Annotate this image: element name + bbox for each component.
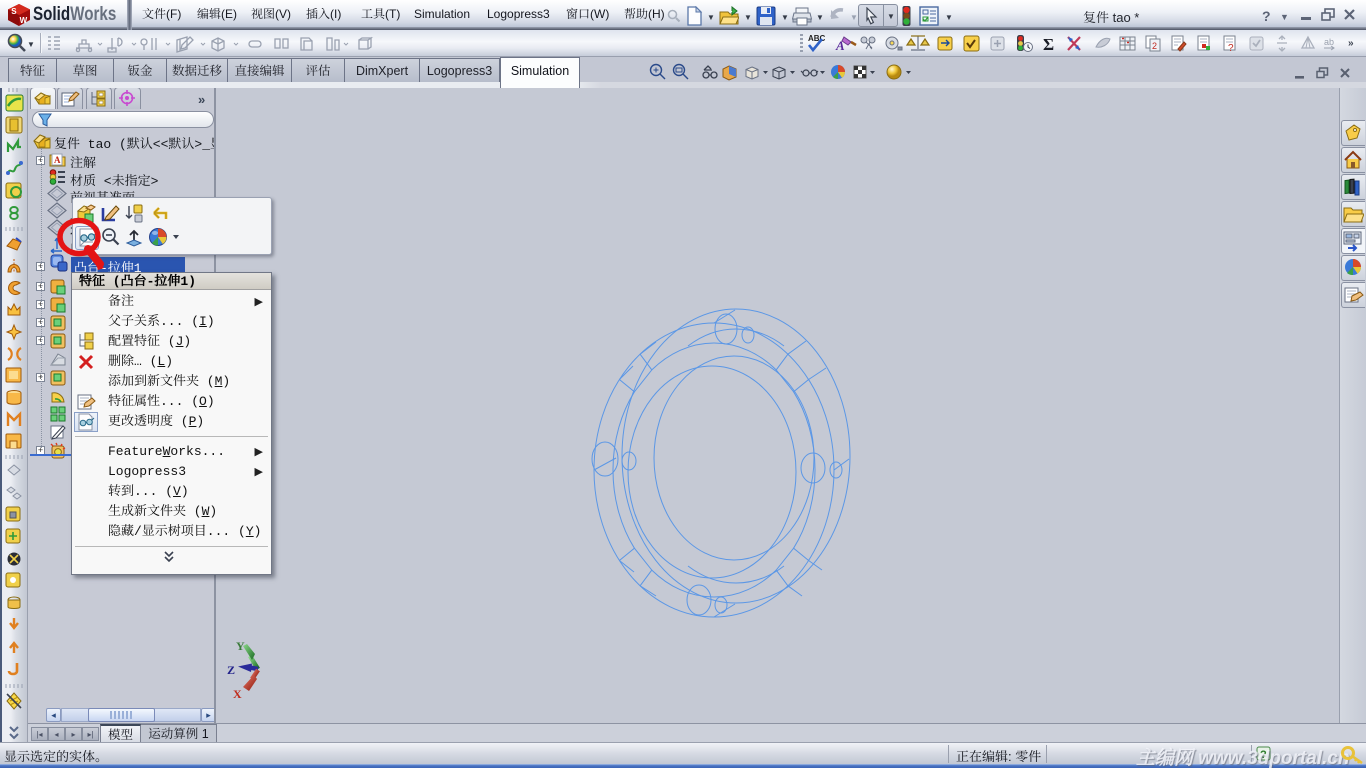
svg-text:Y: Y [236, 639, 245, 653]
svg-text:Z: Z [227, 663, 235, 677]
svg-text:?: ? [1228, 43, 1234, 54]
svg-text:2: 2 [1152, 41, 1157, 51]
svg-text:S: S [11, 7, 17, 16]
svg-text:X: X [233, 687, 242, 701]
svg-text:A: A [54, 155, 61, 165]
svg-text:W: W [20, 16, 28, 25]
svg-text:ABC: ABC [808, 34, 826, 43]
svg-text:Σ: Σ [1043, 35, 1054, 54]
svg-text:ab: ab [1324, 37, 1334, 47]
